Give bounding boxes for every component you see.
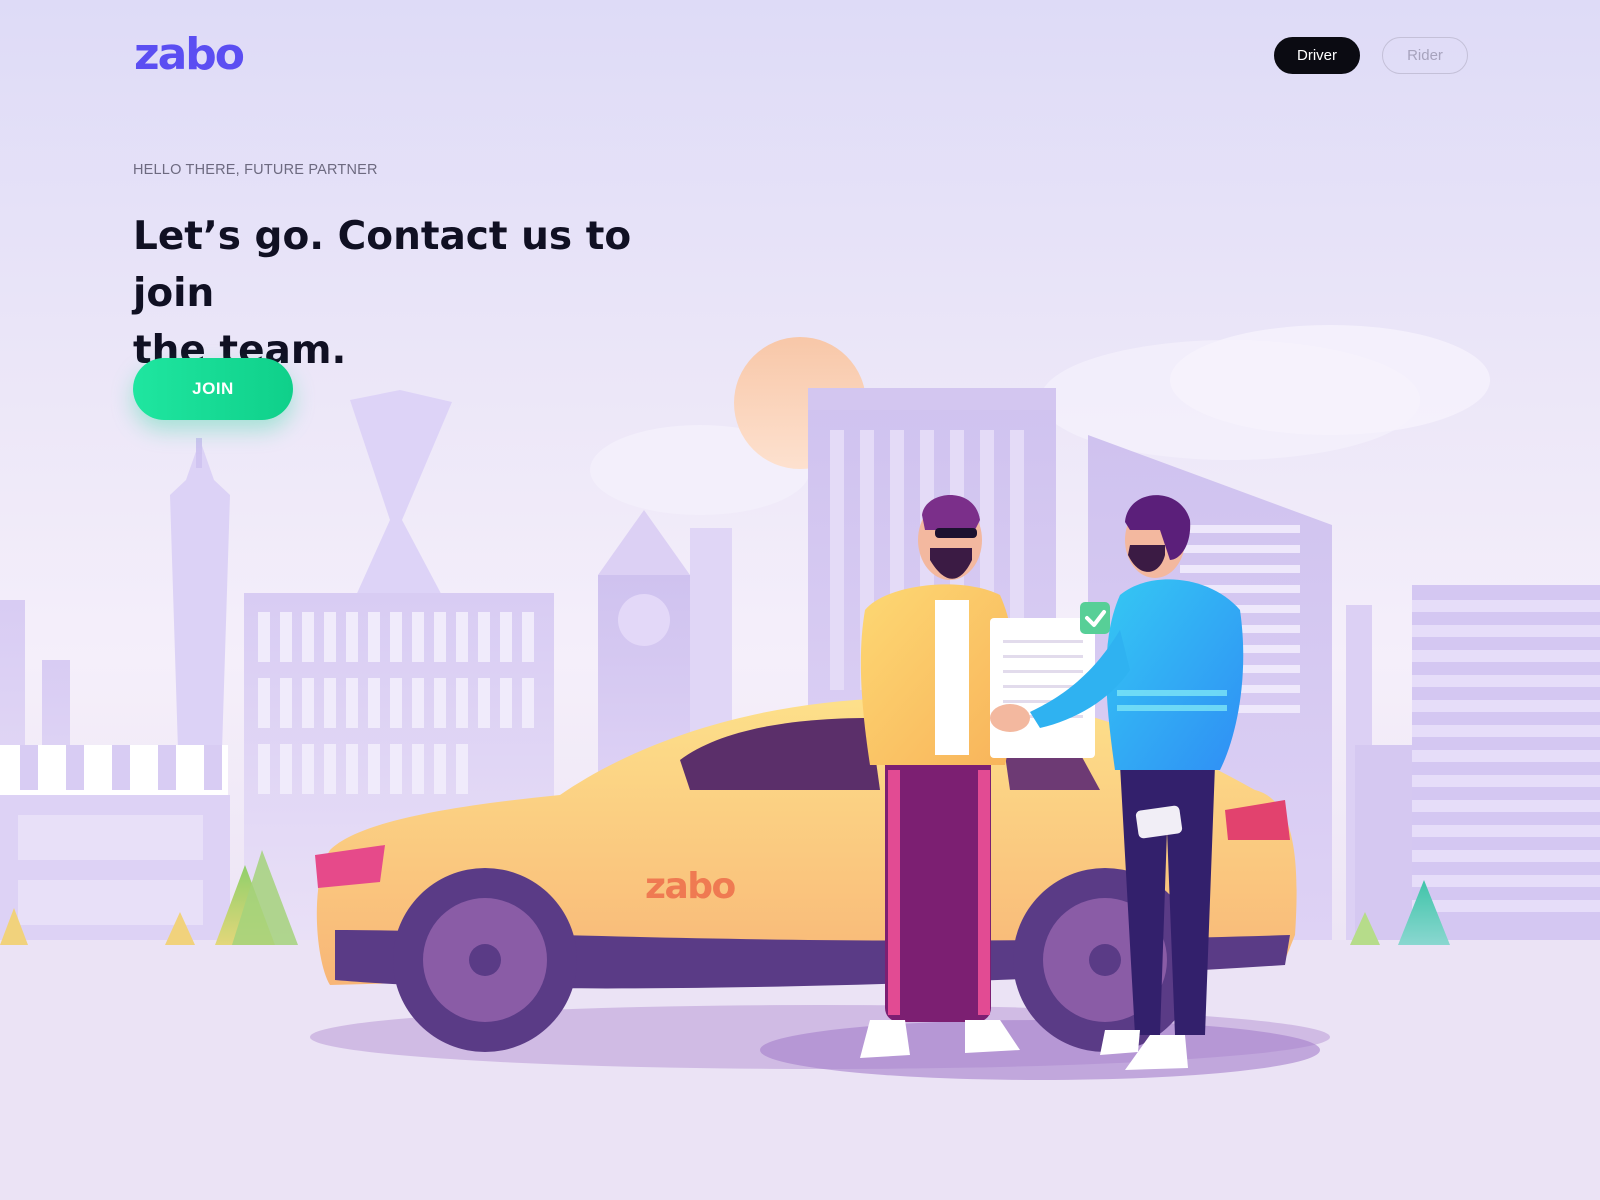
role-switcher: Driver Rider: [1274, 37, 1468, 74]
brand-logo[interactable]: zabo: [134, 30, 245, 80]
rider-tab[interactable]: Rider: [1382, 37, 1468, 74]
driver-tab[interactable]: Driver: [1274, 37, 1360, 74]
city-illustration: zabo: [0, 325, 1600, 1200]
headline-line-1: Let’s go. Contact us to join: [133, 214, 632, 316]
join-button[interactable]: JOIN: [133, 358, 293, 420]
hero-headline: Let’s go. Contact us to join the team.: [133, 208, 713, 379]
hero-eyebrow: HELLO THERE, FUTURE PARTNER: [133, 162, 378, 178]
car-logo: zabo: [645, 866, 736, 907]
landing-page: zabo zabo Driver Rider HELLO THERE, FUTU…: [0, 0, 1600, 1200]
